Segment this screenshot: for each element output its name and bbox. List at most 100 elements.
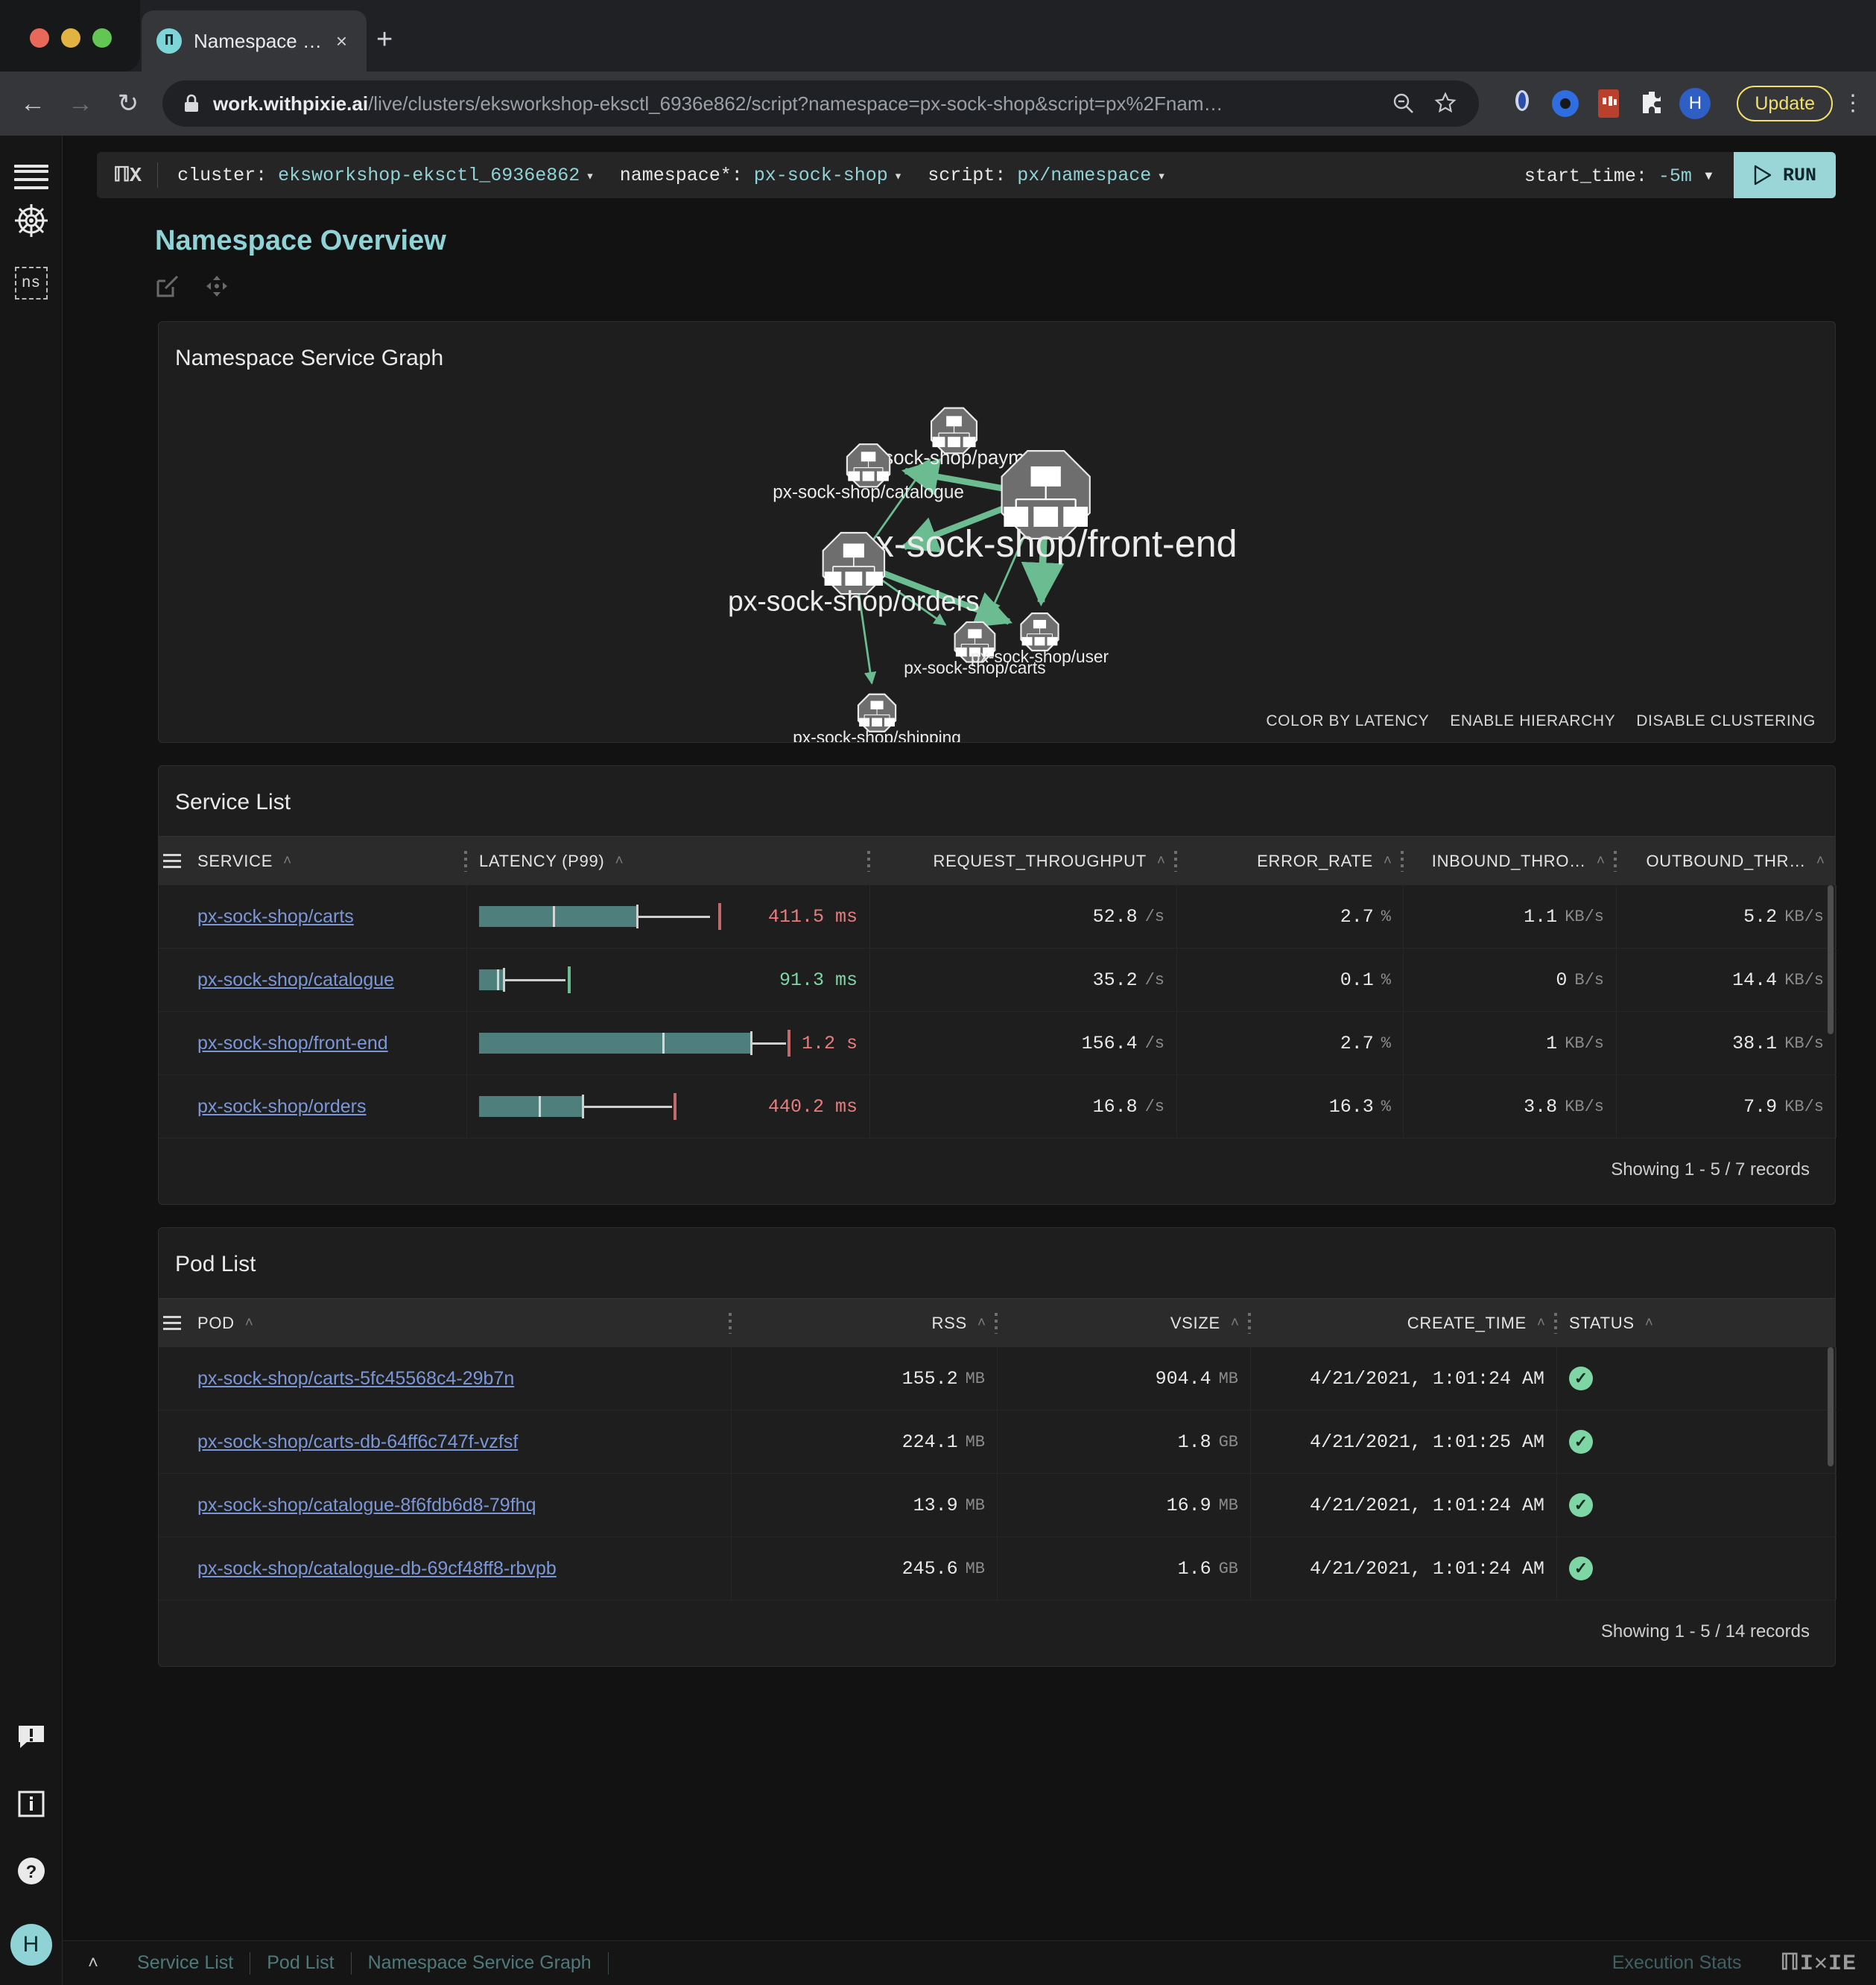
announcement-icon[interactable] <box>16 1723 46 1753</box>
column-header-status[interactable]: STATUS ˄ <box>1557 1299 1837 1347</box>
bookmark-star-icon[interactable] <box>1433 91 1458 116</box>
service-graph-canvas[interactable]: px-sock-shop/payment px-sock-shop/catalog… <box>159 371 1835 747</box>
table-row[interactable]: px-sock-shop/orders 440.2 ms 16.8/s 16.3% 3.… <box>159 1075 1837 1139</box>
menu-icon[interactable] <box>13 159 48 189</box>
service-link[interactable]: px-sock-shop/front-end <box>197 1033 388 1054</box>
column-header-pod[interactable]: POD ˄ <box>186 1299 732 1347</box>
pod-link[interactable]: px-sock-shop/catalogue-8f6fdb6d8-79fhq <box>197 1495 536 1516</box>
table-row[interactable]: px-sock-shop/carts 411.5 ms 52.8/s 2.7% 1.1 K… <box>159 885 1837 949</box>
breadcrumb-item-1[interactable]: namespace*: px-sock-shop ▾ <box>620 165 903 186</box>
column-menu-icon[interactable] <box>159 850 186 872</box>
table-row[interactable]: px-sock-shop/front-end 1.2 s 156.4/s 2.7% 1 K… <box>159 1012 1837 1075</box>
window-close-button[interactable] <box>30 28 49 48</box>
bottom-tab-pod-list[interactable]: Pod List <box>250 1952 350 1974</box>
sort-asc-icon[interactable]: ˄ <box>615 853 623 870</box>
url-bar[interactable]: work.withpixie.ai/live/clusters/eksworks… <box>162 80 1480 127</box>
table-row[interactable]: px-sock-shop/carts-5fc45568c4-29b7n 155.2… <box>159 1347 1837 1411</box>
kubernetes-cluster-icon[interactable] <box>12 201 51 240</box>
chevron-down-icon[interactable]: ▾ <box>894 168 902 185</box>
pin-extension-icon[interactable] <box>1506 87 1538 120</box>
start-time-selector[interactable]: start_time: -5m ▾ <box>1524 164 1714 187</box>
bottom-bar: ˄ Service List Pod List Namespace Service … <box>63 1940 1876 1985</box>
collapse-icon[interactable]: ˄ <box>88 1953 98 1974</box>
browser-tab[interactable]: Π Namespace Overview × <box>142 10 367 72</box>
info-icon[interactable] <box>17 1790 45 1818</box>
graph-control-2[interactable]: DISABLE CLUSTERING <box>1636 712 1816 730</box>
column-header-create-time[interactable]: CREATE_TIME ˄ <box>1251 1299 1557 1347</box>
service-graph-svg[interactable]: px-sock-shop/paymentpx-sock-shop/catalog… <box>159 371 1835 747</box>
close-icon[interactable]: × <box>332 30 352 53</box>
update-button[interactable]: Update <box>1737 86 1833 121</box>
cell-unit: /s <box>1144 1033 1164 1053</box>
execution-stats-button[interactable]: Execution Stats <box>1612 1952 1742 1974</box>
pod-link[interactable]: px-sock-shop/catalogue-db-69cf48ff8-rbvp… <box>197 1558 557 1580</box>
column-header-inbound-thro[interactable]: INBOUND_THRO… ˄ <box>1404 837 1617 885</box>
sort-asc-icon[interactable]: ˄ <box>1816 853 1825 870</box>
table-cell: 1.1 KB/s <box>1404 885 1617 948</box>
breadcrumb-item-0[interactable]: cluster: eksworkshop-eksctl_6936e862 ▾ <box>177 165 595 186</box>
table-row[interactable]: px-sock-shop/catalogue 91.3 ms 35.2/s 0.1% 0… <box>159 949 1837 1012</box>
pod-link[interactable]: px-sock-shop/carts-db-64ff6c747f-vzfsf <box>197 1431 518 1453</box>
service-link[interactable]: px-sock-shop/carts <box>197 906 354 928</box>
scrollbar[interactable] <box>1828 1347 1834 1466</box>
service-list-card: Service List SERVICE ˄ LATENCY (P99) ˄ REQUE… <box>158 765 1837 1205</box>
sort-asc-icon[interactable]: ˄ <box>977 1315 986 1332</box>
bottom-tab-namespace-service-graph[interactable]: Namespace Service Graph <box>352 1952 608 1974</box>
forward-icon[interactable]: → <box>57 89 104 118</box>
browser-window: Π Namespace Overview × + ← → ↻ work.with… <box>0 0 1876 1985</box>
service-link[interactable]: px-sock-shop/catalogue <box>197 969 394 991</box>
run-button[interactable]: RUN <box>1733 152 1836 198</box>
sort-asc-icon[interactable]: ˄ <box>1384 853 1392 870</box>
pod-link[interactable]: px-sock-shop/carts-5fc45568c4-29b7n <box>197 1368 514 1390</box>
sort-asc-icon[interactable]: ˄ <box>1597 853 1605 870</box>
service-node[interactable]: px-sock-shop/shipping <box>793 693 961 747</box>
move-icon[interactable] <box>204 273 229 299</box>
user-avatar[interactable]: H <box>10 1924 52 1966</box>
namespace-badge[interactable]: ns <box>14 267 48 300</box>
reload-icon[interactable]: ↻ <box>104 89 152 118</box>
cell-unit: % <box>1381 1097 1391 1116</box>
window-maximize-button[interactable] <box>92 28 112 48</box>
column-header-outbound-thr[interactable]: OUTBOUND_THR… ˄ <box>1617 837 1837 885</box>
cell-value: 1.8 <box>1177 1431 1211 1453</box>
column-label: CREATE_TIME <box>1407 1313 1527 1332</box>
chevron-down-icon[interactable]: ▾ <box>1157 168 1165 185</box>
column-header-service[interactable]: SERVICE ˄ <box>186 837 467 885</box>
edit-icon[interactable] <box>155 273 180 299</box>
sort-asc-icon[interactable]: ˄ <box>283 853 291 870</box>
column-header-vsize[interactable]: VSIZE ˄ <box>998 1299 1251 1347</box>
window-minimize-button[interactable] <box>61 28 80 48</box>
puzzle-extension-icon[interactable] <box>1635 87 1668 120</box>
table-row[interactable]: px-sock-shop/catalogue-db-69cf48ff8-rbvp… <box>159 1537 1837 1601</box>
new-tab-button[interactable]: + <box>376 25 393 54</box>
column-header-error-rate[interactable]: ERROR_RATE ˄ <box>1177 837 1404 885</box>
column-menu-icon[interactable] <box>159 1312 186 1334</box>
graph-control-0[interactable]: COLOR BY LATENCY <box>1266 712 1429 730</box>
scrollbar[interactable] <box>1828 885 1834 1034</box>
sort-asc-icon[interactable]: ˄ <box>1157 853 1165 870</box>
breadcrumb-item-2[interactable]: script: px/namespace ▾ <box>928 165 1166 186</box>
column-header-rss[interactable]: RSS ˄ <box>732 1299 998 1347</box>
back-icon[interactable]: ← <box>9 89 57 118</box>
sort-asc-icon[interactable]: ˄ <box>245 1315 253 1332</box>
bottom-tab-service-list[interactable]: Service List <box>121 1952 250 1974</box>
column-header-request-throughput[interactable]: REQUEST_THROUGHPUT ˄ <box>870 837 1177 885</box>
sort-asc-icon[interactable]: ˄ <box>1537 1315 1545 1332</box>
table-row[interactable]: px-sock-shop/carts-db-64ff6c747f-vzfsf 22… <box>159 1411 1837 1474</box>
red-extension-icon[interactable] <box>1592 87 1625 120</box>
graph-control-1[interactable]: ENABLE HIERARCHY <box>1450 712 1615 730</box>
profile-avatar[interactable]: H <box>1679 87 1711 120</box>
table-row[interactable]: px-sock-shop/catalogue-8f6fdb6d8-79fhq 13… <box>159 1474 1837 1537</box>
circle-extension-icon[interactable] <box>1549 87 1582 120</box>
browser-menu-icon[interactable]: ⋮ <box>1842 92 1864 114</box>
tab-strip: Π Namespace Overview × + <box>0 0 1876 72</box>
chevron-down-icon[interactable]: ▾ <box>1703 165 1714 187</box>
chevron-down-icon[interactable]: ▾ <box>586 168 594 185</box>
sort-asc-icon[interactable]: ˄ <box>1645 1315 1653 1332</box>
service-node-label: px-sock-shop/user <box>971 647 1109 666</box>
help-icon[interactable]: ? <box>16 1855 47 1887</box>
zoom-out-icon[interactable] <box>1391 91 1416 116</box>
column-header-latency-p99[interactable]: LATENCY (P99) ˄ <box>467 837 870 885</box>
sort-asc-icon[interactable]: ˄ <box>1231 1315 1239 1332</box>
service-link[interactable]: px-sock-shop/orders <box>197 1096 366 1118</box>
